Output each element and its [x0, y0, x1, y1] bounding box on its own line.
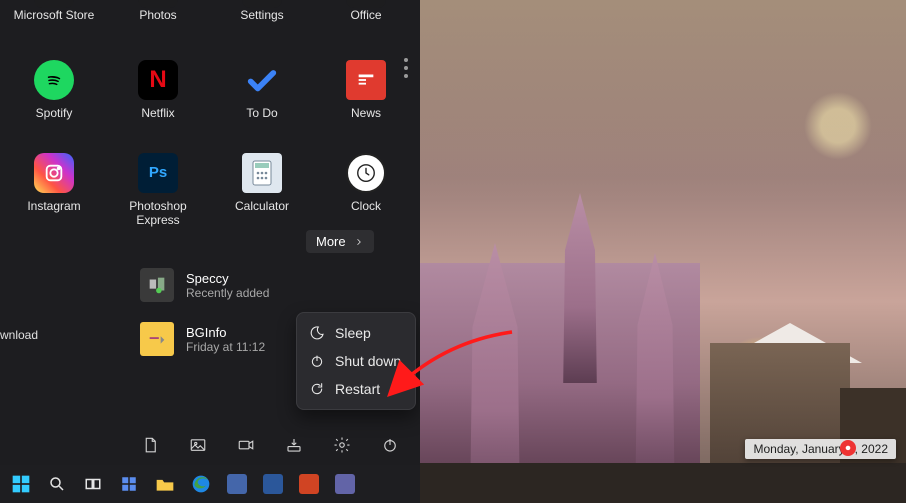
spotify-icon [34, 60, 74, 100]
power-sleep[interactable]: Sleep [301, 319, 411, 347]
recent-bginfo[interactable]: BGInfo Friday at 11:12 [140, 322, 269, 356]
app-tile-photos[interactable]: Photos [110, 0, 206, 32]
power-item-label: Shut down [335, 353, 401, 369]
taskbar-taskview-button[interactable] [78, 469, 108, 499]
app-tile-office[interactable]: Office [318, 0, 414, 32]
power-shutdown[interactable]: Shut down [301, 347, 411, 375]
app-tile-netflix[interactable]: N Netflix [110, 56, 206, 124]
sleep-icon [309, 325, 325, 341]
more-apps-button[interactable]: More [306, 230, 374, 253]
recent-apps: Speccy Recently added BGInfo Friday at 1… [140, 268, 269, 356]
power-item-label: Sleep [335, 325, 371, 341]
shutdown-icon [309, 353, 325, 369]
videos-icon[interactable] [236, 435, 256, 455]
app-label: Settings [240, 8, 283, 22]
app-label: Calculator [235, 199, 289, 213]
app-tile-spotify[interactable]: Spotify [6, 56, 102, 124]
power-icon[interactable] [380, 435, 400, 455]
app-label: Photos [139, 8, 176, 22]
power-menu: Sleep Shut down Restart [296, 312, 416, 410]
news-icon [346, 60, 386, 100]
taskbar-explorer[interactable] [150, 469, 180, 499]
app-label: Instagram [27, 199, 80, 213]
app-label: To Do [246, 106, 277, 120]
app-tile-todo[interactable]: To Do [214, 56, 310, 124]
power-item-label: Restart [335, 381, 380, 397]
taskbar-edge[interactable] [186, 469, 216, 499]
app-label: Photoshop Express [113, 199, 203, 228]
recent-speccy[interactable]: Speccy Recently added [140, 268, 269, 302]
taskbar-start-button[interactable] [6, 469, 36, 499]
taskbar-app-3[interactable] [294, 469, 324, 499]
calculator-icon [242, 153, 282, 193]
todo-icon [242, 60, 282, 100]
bginfo-icon [140, 322, 174, 356]
recent-sub: Recently added [186, 286, 269, 300]
start-menu: Microsoft Store Photos Settings Office S… [0, 0, 420, 465]
app-tile-instagram[interactable]: Instagram [6, 149, 102, 232]
app-label: Spotify [36, 106, 73, 120]
downloads-label: wnload [0, 328, 38, 342]
taskbar-app-4[interactable] [330, 469, 360, 499]
pictures-icon[interactable] [188, 435, 208, 455]
app-tile-microsoft-store[interactable]: Microsoft Store [6, 0, 102, 32]
restart-icon [309, 381, 325, 397]
documents-icon[interactable] [140, 435, 160, 455]
more-label: More [316, 234, 346, 249]
app-tile-settings[interactable]: Settings [214, 0, 310, 32]
recent-name: BGInfo [186, 325, 265, 340]
downloads-icon[interactable] [284, 435, 304, 455]
app-label: Netflix [141, 106, 174, 120]
taskbar-app-2[interactable] [258, 469, 288, 499]
recording-indicator-icon: ⏺ [840, 440, 856, 456]
taskbar-widgets-button[interactable] [114, 469, 144, 499]
app-tile-news[interactable]: News [318, 56, 414, 124]
app-tile-photoshop-express[interactable]: Ps Photoshop Express [110, 149, 206, 232]
app-label: Clock [351, 199, 381, 213]
taskbar-search-button[interactable] [42, 469, 72, 499]
panel-resize-grip[interactable] [404, 58, 408, 78]
instagram-icon [34, 153, 74, 193]
speccy-icon [140, 268, 174, 302]
netflix-icon: N [138, 60, 178, 100]
photoshop-icon: Ps [138, 153, 178, 193]
settings-icon[interactable] [332, 435, 352, 455]
app-label: Office [350, 8, 381, 22]
power-restart[interactable]: Restart [301, 375, 411, 403]
recent-name: Speccy [186, 271, 269, 286]
start-footer [140, 435, 400, 455]
chevron-right-icon [354, 237, 364, 247]
app-label: Microsoft Store [14, 8, 95, 22]
taskbar-app-1[interactable] [222, 469, 252, 499]
date-tooltip: Monday, January 3, 2022 ⏺ [745, 439, 896, 459]
app-tile-clock[interactable]: Clock [318, 149, 414, 232]
app-tile-calculator[interactable]: Calculator [214, 149, 310, 232]
app-label: News [351, 106, 381, 120]
tooltip-text: Monday, January 3, 2022 [753, 442, 888, 456]
desktop-wallpaper [420, 0, 906, 503]
recent-sub: Friday at 11:12 [186, 340, 265, 354]
clock-icon [346, 153, 386, 193]
